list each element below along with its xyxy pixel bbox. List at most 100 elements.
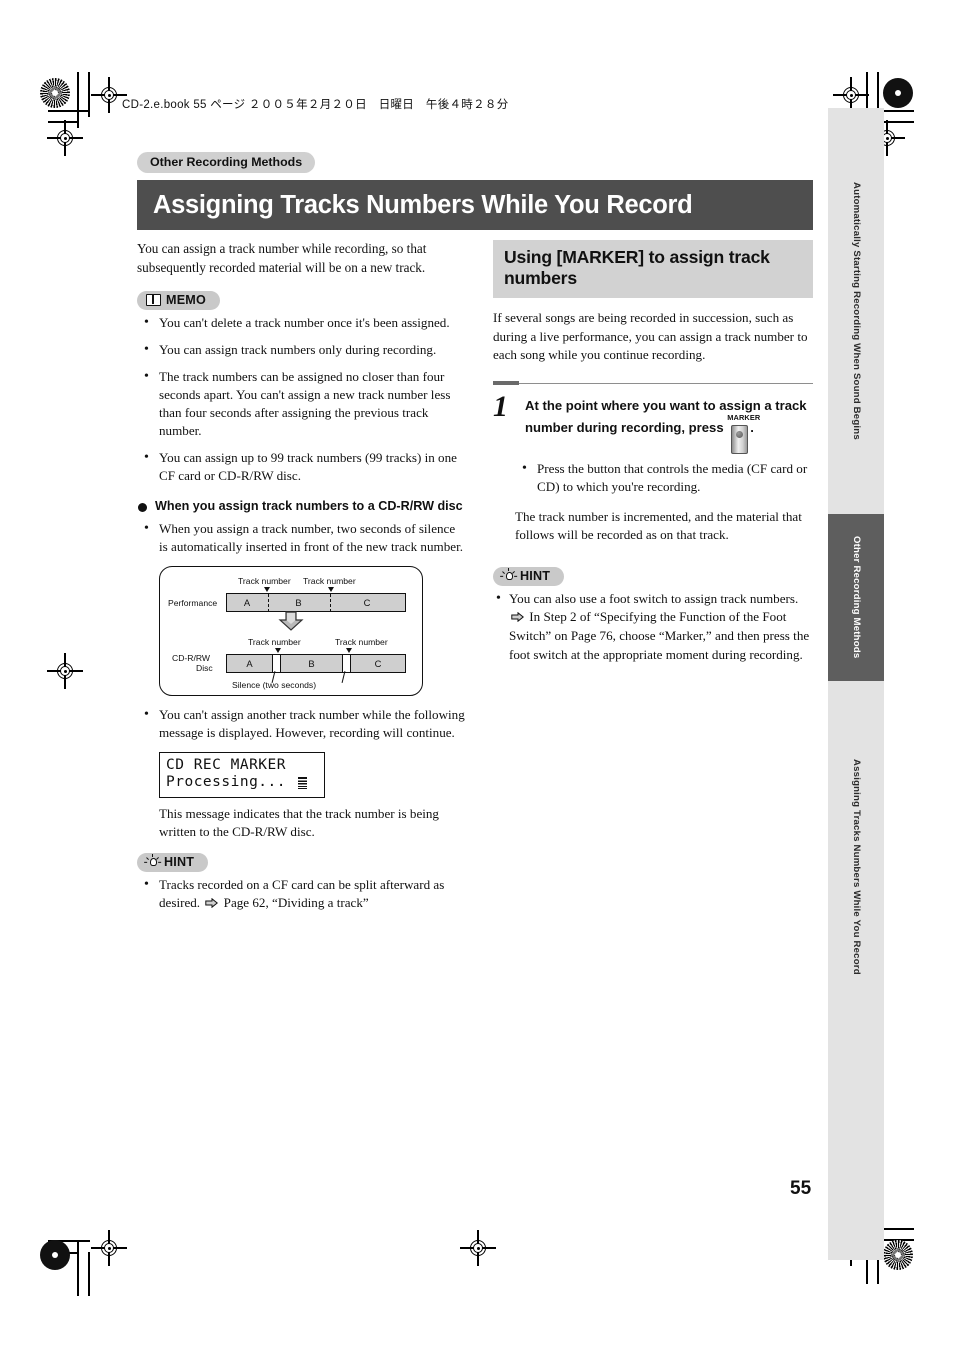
diagram-track-number-label: Track number [238, 575, 291, 586]
diagram-tick-icon [346, 647, 352, 653]
step-text-a: At the point where you want to assign a … [525, 398, 807, 436]
section-heading: Using [MARKER] to assign track numbers [493, 240, 813, 299]
page-title-bar: Assigning Tracks Numbers While You Recor… [137, 180, 813, 230]
diagram-track-number-label: Track number [335, 636, 388, 647]
diagram-disc-label-line1: CD-R/RW [172, 652, 211, 663]
diagram-segment-b: B [295, 596, 302, 608]
crop-mark [77, 72, 79, 128]
registration-star [40, 78, 70, 108]
registration-star [40, 1240, 70, 1270]
lcd-intro-list: You can't assign another track number wh… [137, 705, 467, 742]
list-item: The track numbers can be assigned no clo… [137, 367, 467, 440]
goto-arrow-icon [205, 897, 219, 908]
diagram-disc-bar: A B C [226, 653, 406, 673]
hint-label: HINT [520, 568, 551, 583]
sidebar-tab-label: Assigning Tracks Numbers While You Recor… [850, 759, 862, 975]
registration-star [883, 1240, 913, 1270]
list-item: Tracks recorded on a CF card can be spli… [137, 875, 467, 912]
lcd-busy-icon [298, 777, 307, 790]
book-icon [146, 294, 161, 307]
registration-mark [91, 77, 127, 113]
subsection-heading-label: When you assign track numbers to a CD-R/… [155, 498, 463, 513]
file-header-line: CD-2.e.book 55 ページ ２００５年２月２０日 日曜日 午後４時２８… [122, 99, 509, 111]
step-divider [493, 381, 813, 386]
diagram-segment-c: C [363, 596, 371, 608]
hint-text-a: You can also use a foot switch to assign… [509, 590, 799, 606]
diagram-segment-a: A [243, 596, 251, 608]
hint-label: HINT [164, 854, 195, 869]
lcd-line-2-row: Processing... [166, 774, 318, 792]
sidebar-tab-other-recording-methods[interactable]: Other Recording Methods [828, 514, 884, 681]
lcd-line-2: Processing... [166, 774, 286, 791]
memo-list: You can't delete a track number once it'… [137, 313, 467, 485]
crop-mark [77, 1240, 79, 1296]
sidebar-tab-auto-start[interactable]: Automatically Starting Recording When So… [828, 108, 884, 514]
diagram-silence-label: Silence (two seconds) [232, 679, 317, 690]
hint-list-left: Tracks recorded on a CF card can be spli… [137, 875, 467, 912]
marker-button-label: MARKER [727, 413, 761, 423]
hint-block-right: HINT You can also use a foot switch to a… [493, 566, 813, 665]
hint-list-right: You can also use a foot switch to assign… [493, 589, 813, 665]
list-item: Press the button that controls the media… [515, 459, 813, 496]
list-item: You can assign up to 99 track numbers (9… [137, 448, 467, 485]
registration-mark [47, 120, 83, 156]
page-number: 55 [790, 1178, 812, 1199]
lcd-display: CD REC MARKER Processing... [159, 751, 325, 799]
lcd-line-1: CD REC MARKER [166, 756, 286, 773]
step-1: 1 At the point where you want to assign … [493, 390, 813, 455]
hint-text-b[interactable]: In Step 2 of “Specifying the Function of… [509, 609, 809, 661]
list-item: When you assign a track number, two seco… [137, 519, 467, 556]
hint-badge-right: HINT [493, 566, 565, 586]
substep-list: Press the button that controls the media… [515, 459, 813, 496]
diagram-disc-label-line2: Disc [196, 662, 213, 673]
diagram-segment-c: C [374, 657, 382, 669]
subsection-heading: When you assign track numbers to a CD-R/… [138, 499, 467, 513]
hint-badge-left: HINT [137, 852, 209, 872]
list-item: You can assign track numbers only during… [137, 340, 467, 359]
diagram-track-number-label: Track number [248, 636, 301, 647]
list-item: You can't delete a track number once it'… [137, 313, 467, 332]
registration-mark [460, 1230, 496, 1266]
chapter-tag: Other Recording Methods [137, 152, 316, 173]
step-1-substeps: Press the button that controls the media… [515, 459, 813, 496]
diagram-divider [268, 593, 270, 611]
diagram-performance-bar: A B C [226, 592, 406, 612]
diagram-track-number-label: Track number [303, 575, 356, 586]
step-result-note: The track number is incremented, and the… [515, 509, 802, 543]
list-item: You can't assign another track number wh… [137, 705, 467, 742]
track-number-diagram: Track number Track number Performance A … [159, 565, 423, 696]
page-canvas: CD-2.e.book 55 ページ ２００５年２月２０日 日曜日 午後４時２８… [0, 0, 954, 1351]
left-column: You can assign a track number while reco… [137, 240, 467, 922]
bulb-icon [143, 854, 162, 868]
crop-mark [88, 1252, 90, 1296]
goto-arrow-icon [511, 612, 524, 623]
hint-text-b[interactable]: Page 62, “Dividing a track” [224, 895, 369, 910]
diagram-segment-b: B [308, 657, 315, 669]
bullet-dot-icon [138, 502, 147, 512]
right-column: Using [MARKER] to assign track numbers I… [493, 240, 813, 665]
registration-star [883, 78, 913, 108]
crop-mark [48, 110, 90, 112]
memo-badge: MEMO [137, 291, 220, 311]
down-arrow-icon [278, 611, 304, 631]
diagram-silence-gap [342, 654, 351, 672]
marker-button-icon[interactable]: MARKER [727, 413, 760, 455]
sidebar-tab-label: Other Recording Methods [850, 536, 862, 659]
step-number: 1 [493, 390, 508, 424]
registration-mark [91, 1230, 127, 1266]
section-paragraph: If several songs are being recorded in s… [493, 310, 808, 362]
page-title: Assigning Tracks Numbers While You Recor… [153, 190, 693, 219]
subsection-list: When you assign a track number, two seco… [137, 519, 467, 556]
lcd-caption: This message indicates that the track nu… [159, 806, 439, 840]
step-text: At the point where you want to assign a … [525, 393, 813, 455]
diagram-performance-label: Performance [168, 597, 218, 608]
diagram-segment-a: A [246, 657, 253, 669]
chapter-sidebar: Automatically Starting Recording When So… [828, 108, 884, 1260]
diagram-silence-gap [272, 654, 281, 672]
registration-mark [833, 77, 869, 113]
diagram-tick-icon [275, 647, 281, 653]
list-item: You can also use a foot switch to assign… [493, 589, 813, 665]
registration-mark [47, 653, 83, 689]
diagram-divider [330, 593, 332, 611]
sidebar-tab-assigning-tracks[interactable]: Assigning Tracks Numbers While You Recor… [828, 681, 884, 1053]
